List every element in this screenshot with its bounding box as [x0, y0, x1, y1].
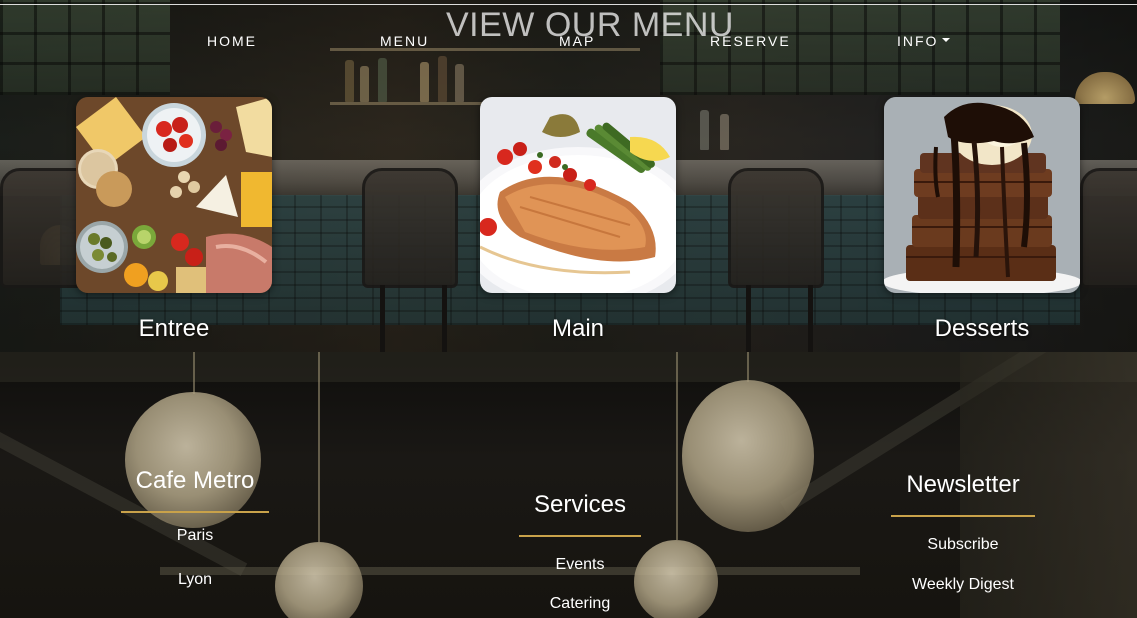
- bottle: [360, 66, 369, 102]
- bottle: [378, 58, 387, 102]
- brownie-stack-image: [884, 97, 1080, 293]
- window-left: [0, 0, 170, 95]
- footer-column-services: Services Events Catering: [518, 491, 642, 613]
- footer-column-cafe: Cafe Metro Paris Lyon: [120, 467, 270, 589]
- desserts-label: Desserts: [934, 315, 1030, 342]
- footer-link-lyon[interactable]: Lyon: [120, 571, 270, 589]
- lamp-cord: [193, 352, 195, 394]
- caret-down-icon: [942, 38, 951, 43]
- globe-lamp: [275, 542, 363, 618]
- footer-divider: [891, 515, 1035, 517]
- footer-title-newsletter: Newsletter: [906, 471, 1020, 498]
- entree-card[interactable]: [76, 97, 272, 293]
- bar-stool: [728, 168, 824, 288]
- bar-stool: [362, 168, 458, 288]
- nav-home-link[interactable]: HOME: [207, 33, 257, 49]
- stool-leg: [808, 285, 813, 352]
- globe-lamp: [634, 540, 718, 618]
- salmon-plate-image: [480, 97, 676, 293]
- footer-title-cafe: Cafe Metro: [135, 467, 255, 494]
- stool-leg: [442, 285, 447, 352]
- lamp-cord: [676, 352, 678, 540]
- footer-link-paris[interactable]: Paris: [120, 527, 270, 545]
- bottle: [420, 62, 429, 102]
- stool-leg: [380, 285, 385, 352]
- bottle: [720, 114, 729, 150]
- footer-divider: [519, 535, 641, 537]
- globe-lamp: [682, 380, 814, 532]
- desserts-card[interactable]: [884, 97, 1080, 293]
- charcuterie-board-image: [76, 97, 272, 293]
- stool-leg: [746, 285, 751, 352]
- nav-menu-link[interactable]: MENU: [380, 33, 429, 49]
- wall-lamp: [1075, 72, 1135, 104]
- top-border-line: [0, 4, 1137, 5]
- bottle: [455, 64, 464, 102]
- entree-label: Entree: [138, 315, 210, 342]
- footer-column-newsletter: Newsletter Subscribe Weekly Digest: [890, 471, 1036, 594]
- footer-link-weekly-digest[interactable]: Weekly Digest: [890, 576, 1036, 594]
- footer-link-subscribe[interactable]: Subscribe: [890, 536, 1036, 554]
- main-label: Main: [551, 315, 605, 342]
- footer-divider: [121, 511, 269, 513]
- main-card[interactable]: [480, 97, 676, 293]
- menu-heading: VIEW OUR MENU: [446, 6, 734, 44]
- bottle: [438, 56, 447, 102]
- bar-stool: [1080, 168, 1137, 288]
- bottle: [345, 60, 354, 102]
- footer-link-events[interactable]: Events: [518, 556, 642, 574]
- nav-info-label: INFO: [897, 33, 939, 49]
- lamp-cord: [747, 352, 749, 382]
- footer-link-catering[interactable]: Catering: [518, 595, 642, 613]
- lamp-cord: [318, 352, 320, 542]
- nav-info-dropdown[interactable]: INFO: [897, 33, 951, 49]
- bottle: [700, 110, 709, 150]
- footer-title-services: Services: [533, 491, 627, 518]
